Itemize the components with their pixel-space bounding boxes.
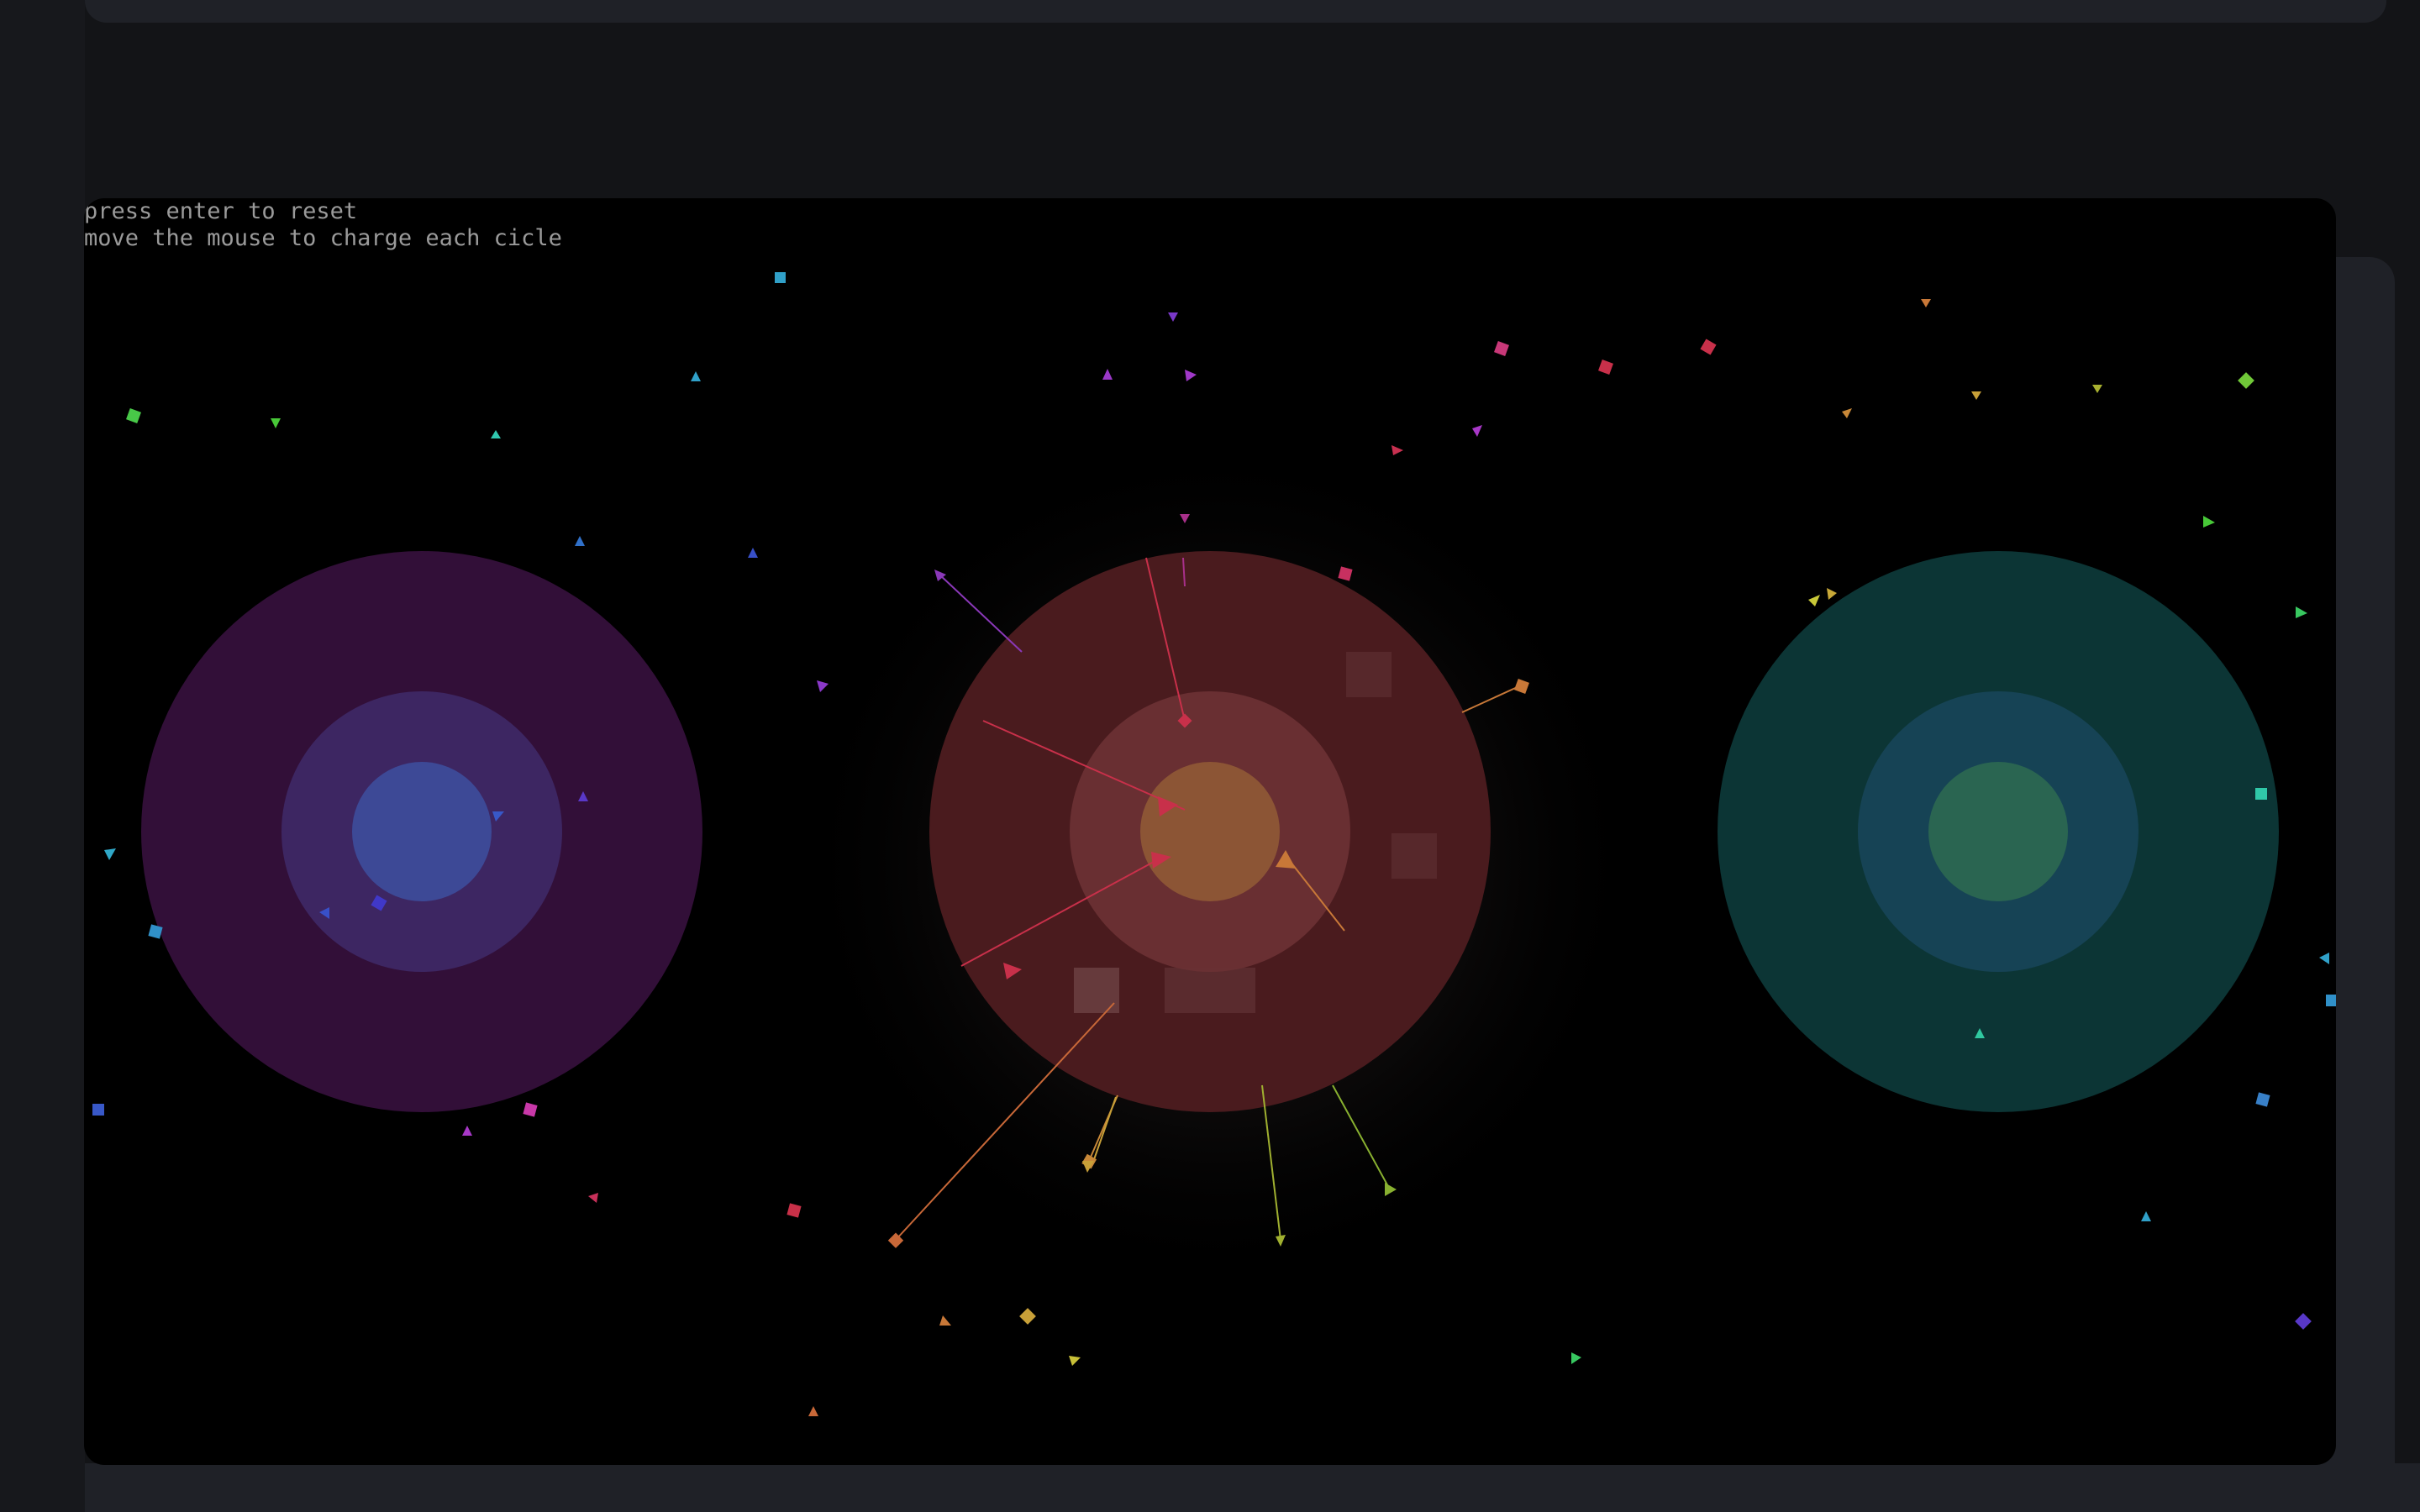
particle: [2295, 1313, 2312, 1330]
particle: [2326, 995, 2336, 1006]
particle: [691, 371, 701, 381]
game-canvas[interactable]: press enter to reset move the mouse to ch…: [84, 198, 2336, 1465]
particle: [1571, 1352, 1581, 1364]
particle: [1168, 312, 1178, 322]
particle: [808, 1406, 818, 1416]
particle: [92, 1104, 104, 1116]
red-cicle-core: [1140, 762, 1280, 901]
particle: [1185, 370, 1197, 381]
particle: [748, 548, 758, 558]
page: press enter to reset move the mouse to ch…: [0, 0, 2420, 1512]
particle: [575, 536, 585, 546]
particle: [1971, 391, 1981, 400]
particle: [1921, 299, 1931, 307]
teal-cicle[interactable]: [1718, 551, 2279, 1112]
particle: [2319, 953, 2329, 964]
particle: [588, 1193, 598, 1203]
particle: [462, 1126, 472, 1136]
particle: [2296, 606, 2307, 618]
bottom-panel: [85, 1463, 2420, 1512]
particle: [1494, 341, 1509, 356]
particle: [1808, 595, 1820, 606]
particle: [2092, 385, 2102, 393]
particle: [2255, 788, 2267, 800]
reset-hint: press enter to reset: [84, 198, 358, 224]
particle: [1598, 360, 1613, 375]
particle: [2255, 1092, 2270, 1107]
particle: [775, 272, 786, 283]
violet-cicle[interactable]: [141, 551, 702, 1112]
canvas-scene: [92, 198, 2336, 1416]
violet-cicle-core: [352, 762, 492, 901]
particle: [491, 430, 501, 438]
particle: [2238, 372, 2254, 389]
teal-cicle-core: [1928, 762, 2068, 901]
particle: [104, 848, 116, 860]
particle: [2141, 1211, 2151, 1221]
charge-hint: move the mouse to charge each cicle: [84, 225, 562, 251]
particle: [126, 408, 141, 423]
particle: [1019, 1308, 1036, 1325]
particle: [523, 1102, 538, 1117]
particle: [271, 418, 281, 428]
red-cicle[interactable]: [929, 551, 1491, 1112]
particle: [926, 198, 934, 207]
particle: [939, 1315, 951, 1326]
particle: [2203, 516, 2215, 528]
particle: [1842, 408, 1852, 418]
left-gutter: [0, 0, 85, 1512]
instructions: press enter to reset move the mouse to ch…: [84, 198, 562, 252]
particle: [1700, 339, 1717, 355]
particle: [1102, 369, 1113, 380]
particle: [1827, 588, 1837, 600]
particle: [1069, 1356, 1081, 1366]
top-panel: [85, 0, 2386, 23]
